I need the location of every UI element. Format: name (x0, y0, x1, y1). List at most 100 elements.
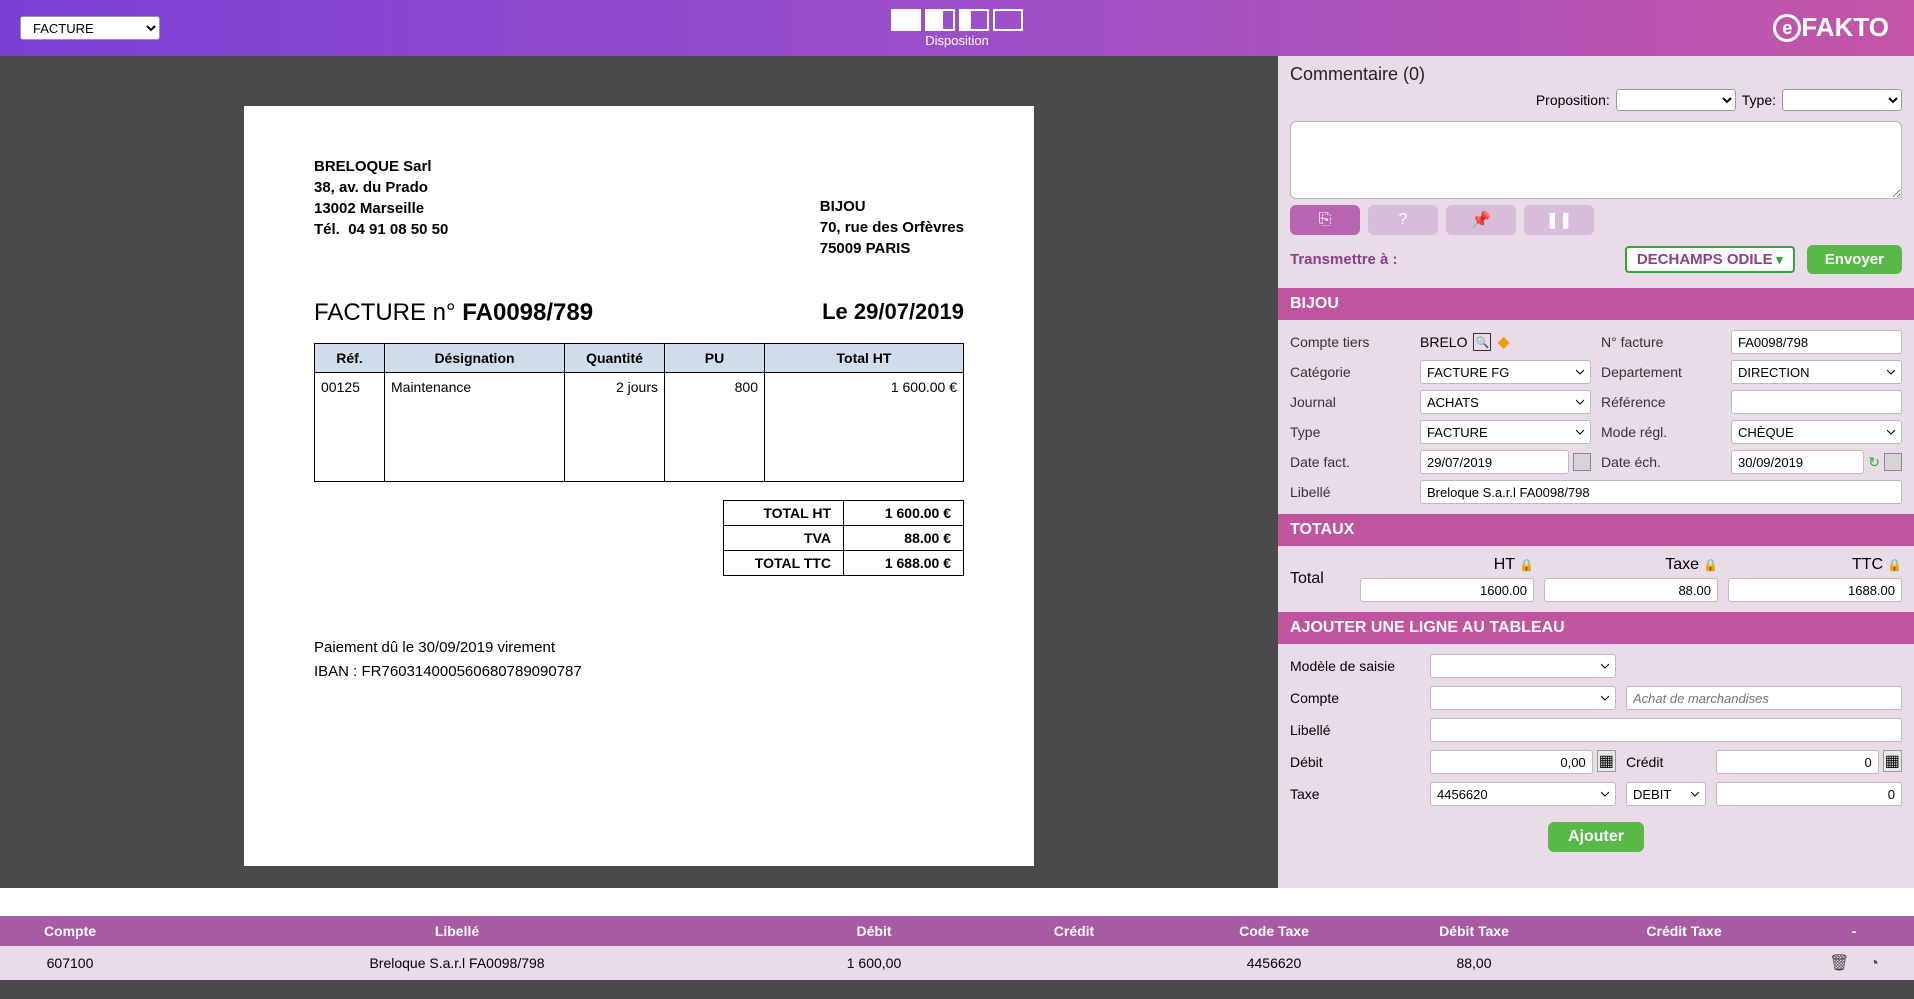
modele-select[interactable] (1430, 654, 1616, 678)
col-code-taxe: Code Taxe (1174, 916, 1374, 946)
col-debit: Débit (774, 916, 974, 946)
top-header: FACTURE Disposition eFAKTO (0, 0, 1914, 56)
proposition-select[interactable] (1616, 89, 1736, 111)
document-viewer: BRELOQUE Sarl 38, av. du Prado 13002 Mar… (0, 56, 1278, 888)
compte-tiers-value: BRELO (1420, 334, 1467, 350)
add-libelle-input[interactable] (1430, 718, 1902, 742)
section-add-header: AJOUTER UNE LIGNE AU TABLEAU (1278, 612, 1914, 644)
transmit-label: Transmettre à : (1290, 251, 1398, 268)
invoice-lines-table: Réf. Désignation Quantité PU Total HT 00… (314, 343, 964, 482)
taxe-select[interactable]: 4456620 (1430, 782, 1616, 806)
invoice-totals: TOTAL HT1 600.00 € TVA88.00 € TOTAL TTC1… (723, 500, 964, 576)
libelle-label: Libellé (1290, 484, 1410, 500)
invoice-footer: Paiement dû le 30/09/2019 virement IBAN … (314, 636, 964, 684)
lock-icon: 🔒 (1519, 558, 1534, 572)
total-ht-input[interactable] (1360, 578, 1534, 602)
compte-select[interactable] (1430, 686, 1616, 710)
action-export-icon[interactable]: ⎘ (1290, 205, 1360, 235)
lock-icon: 🔒 (1703, 558, 1718, 572)
credit-input[interactable] (1716, 750, 1879, 774)
invoice-title: FACTURE n° FA0098/789 (314, 299, 593, 327)
total-taxe-label: Taxe🔒 (1544, 556, 1718, 574)
total-ttc-label: TTC🔒 (1728, 556, 1902, 574)
num-facture-input[interactable] (1731, 330, 1902, 354)
total-ttc-input[interactable] (1728, 578, 1902, 602)
reference-input[interactable] (1731, 390, 1902, 414)
layout-4-icon[interactable] (993, 9, 1023, 31)
categorie-select[interactable]: FACTURE FG (1420, 360, 1591, 384)
col-compte: Compte (0, 916, 140, 946)
col-actions: - (1794, 916, 1914, 946)
document-type-select[interactable]: FACTURE (20, 16, 160, 40)
invoice-document: BRELOQUE Sarl 38, av. du Prado 13002 Mar… (244, 106, 1034, 866)
departement-label: Departement (1601, 364, 1721, 380)
debit-label: Débit (1290, 754, 1420, 770)
proposition-label: Proposition: (1536, 92, 1610, 108)
total-taxe-input[interactable] (1544, 578, 1718, 602)
action-help-icon[interactable]: ? (1368, 205, 1438, 235)
debit-input[interactable] (1430, 750, 1593, 774)
reference-label: Référence (1601, 394, 1721, 410)
modele-label: Modèle de saisie (1290, 658, 1420, 674)
num-facture-label: N° facture (1601, 334, 1721, 350)
disposition-switcher: Disposition (891, 9, 1023, 48)
compte-label: Compte (1290, 690, 1420, 706)
type-label: Type (1290, 424, 1410, 440)
col-debit-taxe: Débit Taxe (1374, 916, 1574, 946)
calendar-icon[interactable] (1573, 453, 1591, 471)
compte-desc-input[interactable] (1626, 686, 1902, 710)
journal-select[interactable]: ACHATS (1420, 390, 1591, 414)
action-pause-icon[interactable]: ❚❚ (1524, 205, 1594, 235)
transmit-destination-select[interactable]: DECHAMPS ODILE ▾ (1625, 246, 1795, 273)
calculator-icon[interactable]: ▦ (1597, 750, 1616, 772)
pie-chart-icon[interactable]: ◔ (1869, 955, 1879, 972)
customer-address: BIJOU 70, rue des Orfèvres 75009 PARIS (820, 196, 964, 259)
comment-header: Commentaire (0) (1278, 56, 1914, 89)
libelle-input[interactable] (1420, 480, 1902, 504)
departement-select[interactable]: DIRECTION (1731, 360, 1902, 384)
section-totaux-header: TOTAUX (1278, 514, 1914, 546)
table-row[interactable]: 607100 Breloque S.a.r.l FA0098/798 1 600… (0, 946, 1914, 980)
add-button[interactable]: Ajouter (1548, 822, 1644, 852)
taxe-label: Taxe (1290, 786, 1420, 802)
search-icon[interactable]: 🔍 (1473, 333, 1491, 351)
trash-icon[interactable]: 🗑 (1829, 955, 1849, 972)
action-pin-icon[interactable]: 📌 (1446, 205, 1516, 235)
taxe-amount-input[interactable] (1716, 782, 1902, 806)
col-credit: Crédit (974, 916, 1174, 946)
disposition-label: Disposition (891, 33, 1023, 48)
categorie-label: Catégorie (1290, 364, 1410, 380)
calendar-icon[interactable] (1884, 453, 1902, 471)
right-panel: Commentaire (0) Proposition: Type: ⎘ ? 📌… (1278, 56, 1914, 888)
comment-type-label: Type: (1742, 92, 1776, 108)
layout-1-icon[interactable] (891, 9, 921, 31)
credit-label: Crédit (1626, 754, 1706, 770)
send-button[interactable]: Envoyer (1807, 245, 1902, 274)
journal-label: Journal (1290, 394, 1410, 410)
layout-2-icon[interactable] (925, 9, 955, 31)
date-ech-label: Date éch. (1601, 454, 1721, 470)
total-ht-label: HT🔒 (1360, 556, 1534, 574)
layout-3-icon[interactable] (959, 9, 989, 31)
entries-table: Compte Libellé Débit Crédit Code Taxe Dé… (0, 916, 1914, 980)
app-logo: eFAKTO (1773, 12, 1889, 44)
dc-select[interactable]: DEBIT (1626, 782, 1706, 806)
invoice-date: Le 29/07/2019 (822, 299, 964, 327)
section-bijou-header: BIJOU (1278, 288, 1914, 320)
vendor-address: BRELOQUE Sarl 38, av. du Prado 13002 Mar… (314, 156, 448, 259)
date-fact-input[interactable] (1420, 450, 1569, 474)
comment-textarea[interactable] (1290, 121, 1902, 199)
date-ech-input[interactable] (1731, 450, 1864, 474)
type-select[interactable]: FACTURE (1420, 420, 1591, 444)
refresh-icon[interactable]: ↻ (1868, 454, 1880, 471)
compte-tiers-label: Compte tiers (1290, 334, 1410, 350)
comment-type-select[interactable] (1782, 89, 1902, 111)
add-libelle-label: Libellé (1290, 722, 1420, 738)
date-fact-label: Date fact. (1290, 454, 1410, 470)
mode-regl-select[interactable]: CHÈQUE (1731, 420, 1902, 444)
lock-icon: 🔒 (1887, 558, 1902, 572)
mode-regl-label: Mode régl. (1601, 424, 1721, 440)
col-credit-taxe: Crédit Taxe (1574, 916, 1794, 946)
calculator-icon[interactable]: ▦ (1883, 750, 1902, 772)
warning-icon: ◆ (1497, 332, 1509, 352)
